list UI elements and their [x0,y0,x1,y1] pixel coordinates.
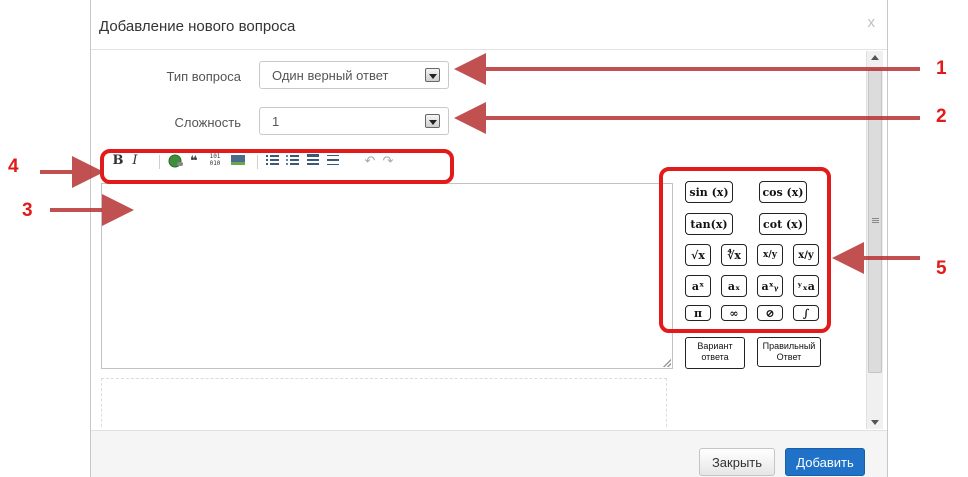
annotation-number-2: 2 [936,106,947,127]
annotation-number-5: 5 [936,258,947,279]
annotation-number-4: 4 [8,156,19,177]
annotation-arrows [40,53,920,274]
annotation-number-1: 1 [936,58,947,79]
annotation-number-3: 3 [22,200,33,221]
